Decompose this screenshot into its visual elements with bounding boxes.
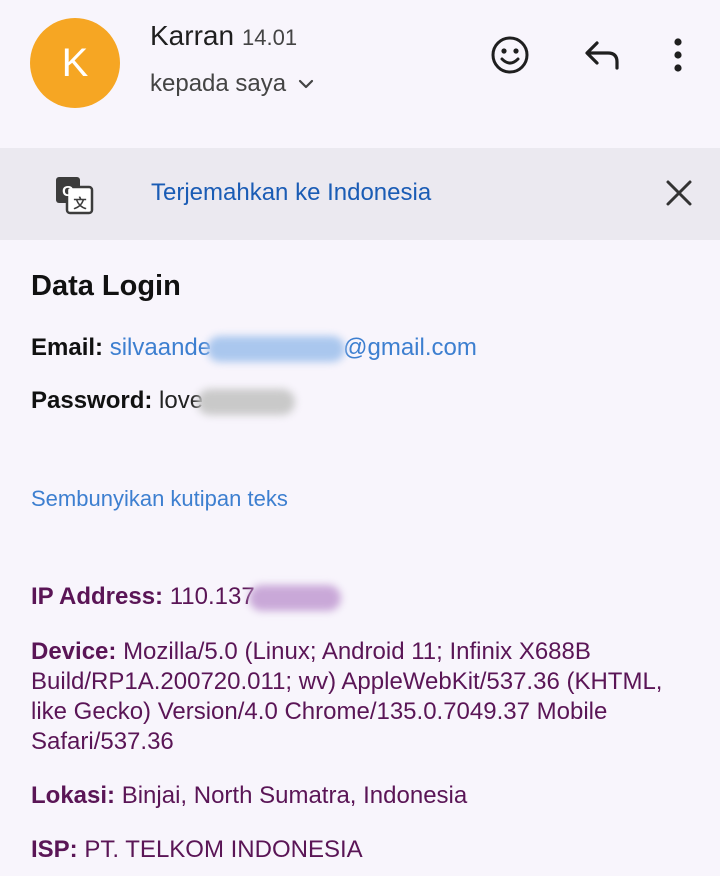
sender-name[interactable]: Karran bbox=[150, 20, 234, 51]
device-line: Device: Mozilla/5.0 (Linux; Android 11; … bbox=[31, 637, 701, 757]
close-icon bbox=[666, 180, 692, 206]
ip-value-start: 110.137 bbox=[169, 583, 255, 610]
ip-label: IP Address: bbox=[31, 583, 164, 610]
password-line: Password: love bbox=[31, 387, 296, 415]
translate-icon: G 文 bbox=[56, 177, 94, 215]
ip-redaction-blur bbox=[248, 584, 341, 611]
password-value: love bbox=[159, 387, 296, 415]
email-redaction-blur bbox=[207, 335, 346, 362]
sender-line: Karran 14.01 bbox=[150, 20, 297, 52]
email-value[interactable]: silvaande @gmail.com bbox=[109, 334, 477, 362]
smile-emoji-icon bbox=[491, 36, 529, 74]
password-redaction-blur bbox=[197, 388, 296, 415]
location-label: Lokasi: bbox=[31, 782, 116, 809]
close-translate-button[interactable] bbox=[658, 172, 700, 214]
email-header: K Karran 14.01 kepada saya bbox=[0, 0, 720, 148]
recipient-text: kepada saya bbox=[150, 70, 287, 97]
email-value-start: silvaande bbox=[109, 334, 212, 361]
location-line: Lokasi: Binjai, North Sumatra, Indonesia bbox=[31, 781, 701, 811]
recipient-toggle[interactable]: kepada saya bbox=[150, 70, 316, 98]
translate-link[interactable]: Terjemahkan ke Indonesia bbox=[151, 179, 431, 207]
sender-avatar[interactable]: K bbox=[30, 18, 120, 108]
reply-button[interactable] bbox=[580, 33, 624, 77]
more-options-button[interactable] bbox=[656, 33, 700, 77]
location-value: Binjai, North Sumatra, Indonesia bbox=[121, 782, 468, 809]
svg-text:G: G bbox=[62, 183, 74, 200]
isp-label: ISP: bbox=[31, 836, 78, 863]
message-time: 14.01 bbox=[242, 25, 298, 50]
hide-quoted-text-link[interactable]: Sembunyikan kutipan teks bbox=[31, 486, 288, 512]
reply-icon bbox=[585, 41, 619, 70]
ip-address-line: IP Address: 110.137 bbox=[31, 582, 701, 612]
email-line: Email: silvaande @gmail.com bbox=[31, 334, 477, 362]
device-label: Device: bbox=[31, 638, 117, 665]
isp-value: PT. TELKOM INDONESIA bbox=[84, 836, 363, 863]
chevron-down-icon bbox=[299, 79, 314, 89]
add-reaction-button[interactable] bbox=[488, 33, 532, 77]
email-value-end: @gmail.com bbox=[343, 334, 477, 361]
body-heading: Data Login bbox=[31, 270, 181, 302]
translate-banner: G 文 Terjemahkan ke Indonesia bbox=[0, 148, 720, 240]
device-value: Mozilla/5.0 (Linux; Android 11; Infinix … bbox=[31, 638, 663, 755]
isp-line: ISP: PT. TELKOM INDONESIA bbox=[31, 835, 701, 865]
email-label: Email: bbox=[31, 334, 104, 361]
password-label: Password: bbox=[31, 387, 153, 414]
svg-text:文: 文 bbox=[73, 196, 87, 211]
more-vert-icon bbox=[674, 38, 682, 72]
